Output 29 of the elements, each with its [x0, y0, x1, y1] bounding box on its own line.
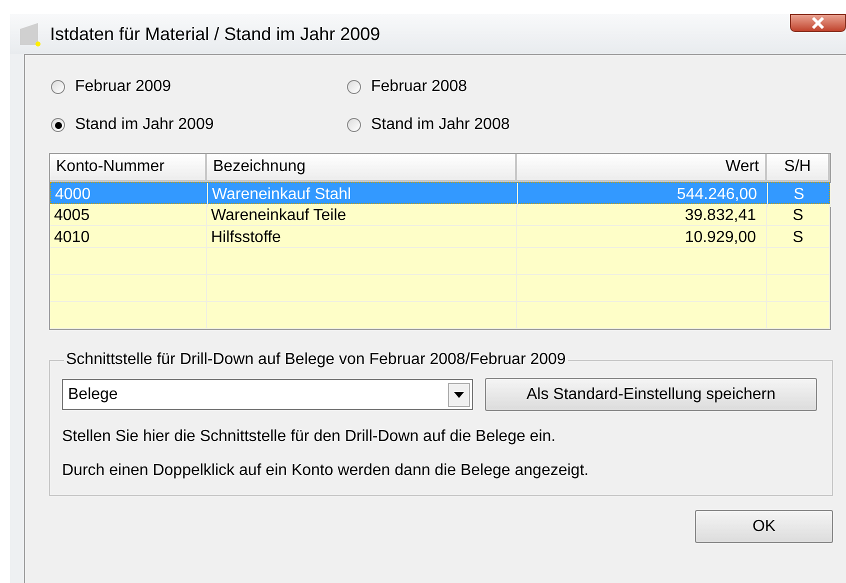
radio-option[interactable]: Februar 2008: [347, 75, 468, 99]
save-default-button[interactable]: Als Standard-Einstellung speichern: [485, 378, 817, 411]
column-header[interactable]: S/H: [767, 154, 830, 182]
table-cell: Wareneinkauf Teile: [207, 204, 517, 228]
column-header[interactable]: Bezeichnung: [207, 154, 517, 182]
table-cell: 4005: [50, 204, 207, 228]
radio-option[interactable]: Februar 2009: [51, 75, 172, 99]
table-row[interactable]: 4005 Wareneinkauf Teile 39.832,41 S: [50, 204, 830, 226]
table-cell: S: [768, 183, 831, 207]
group-title: Schnittstelle für Drill-Down auf Belege von Februar 2008/Februar 2009: [65, 350, 567, 370]
column-header[interactable]: Wert: [517, 154, 767, 182]
hint-text: Stellen Sie hier die Schnittstelle für den Drill-Down auf die Belege ein.: [62, 427, 557, 447]
column-header[interactable]: Konto-Nummer: [50, 154, 207, 182]
window-title: Istdaten für Material / Stand im Jahr 2009: [50, 22, 380, 46]
table-cell: 544.246,00: [518, 183, 768, 207]
table-cell: 4010: [50, 226, 207, 250]
radio-label[interactable]: Februar 2008: [371, 75, 468, 99]
ok-button[interactable]: OK: [695, 510, 833, 543]
table-cell: 39.832,41: [517, 204, 767, 228]
table-cell: Wareneinkauf Stahl: [208, 183, 518, 207]
radio-label[interactable]: Februar 2009: [75, 75, 172, 99]
table-cell: Hilfsstoffe: [207, 226, 517, 250]
table-cell: 4000: [51, 183, 208, 207]
table-cell: 10.929,00: [517, 226, 767, 250]
hint-text: Durch einen Doppelklick auf ein Konto werden dann die Belege angezeigt.: [62, 461, 590, 481]
table-cell: S: [767, 226, 830, 250]
interface-dropdown[interactable]: Belege: [62, 379, 473, 410]
table-cell: S: [767, 204, 830, 228]
table-row[interactable]: 4010 Hilfsstoffe 10.929,00 S: [50, 226, 830, 248]
